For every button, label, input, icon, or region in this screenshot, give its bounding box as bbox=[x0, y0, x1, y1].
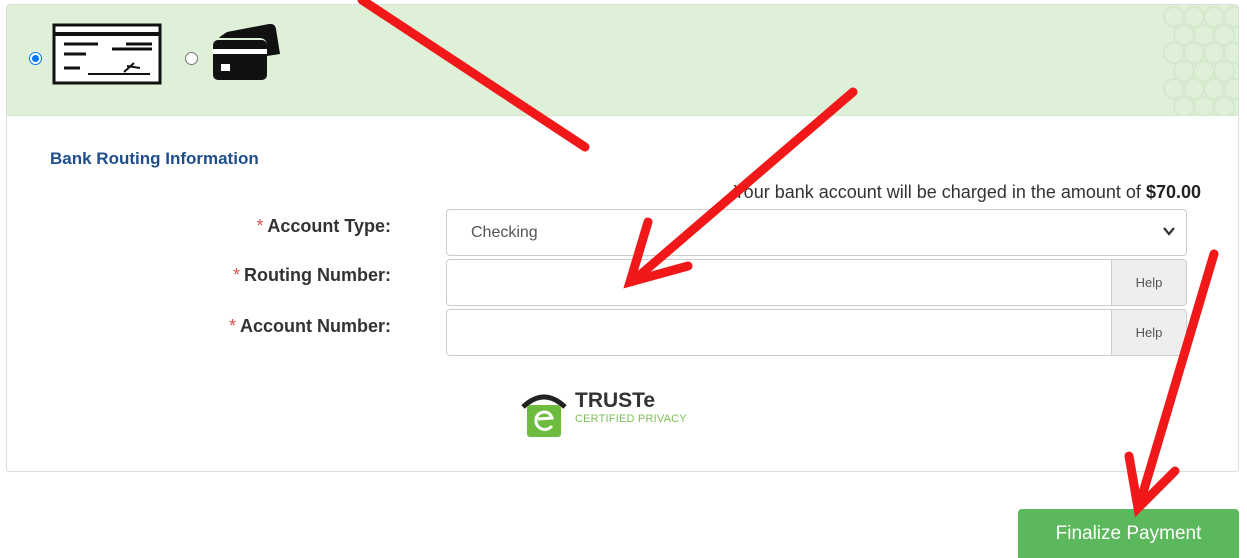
charge-amount: $70.00 bbox=[1145, 182, 1201, 202]
credit-card-icon bbox=[213, 23, 280, 80]
charge-notice: Your bank account will be charged in the… bbox=[733, 182, 1201, 203]
required-marker: * bbox=[233, 265, 241, 285]
charge-text: Your bank account will be charged in the… bbox=[733, 182, 1146, 202]
account-type-select[interactable]: Checking bbox=[446, 209, 1187, 256]
account-number-label: * Account Number: bbox=[11, 316, 391, 337]
account-number-input[interactable]: Help bbox=[446, 309, 1187, 356]
routing-number-input[interactable]: Help bbox=[446, 259, 1187, 306]
truste-logo-icon bbox=[521, 394, 567, 437]
credit-card-radio[interactable] bbox=[185, 52, 198, 65]
account-type-label: * Account Type: bbox=[11, 216, 391, 237]
routing-number-label: * Routing Number: bbox=[11, 265, 391, 286]
account-type-value: Checking bbox=[471, 224, 538, 241]
account-number-label-text: Account Number: bbox=[239, 316, 391, 336]
check-icon bbox=[52, 23, 162, 85]
account-help-button[interactable]: Help bbox=[1111, 310, 1186, 355]
truste-brand: TRUSTe bbox=[575, 389, 656, 412]
routing-number-label-text: Routing Number: bbox=[244, 265, 391, 285]
routing-help-button[interactable]: Help bbox=[1111, 260, 1186, 305]
required-marker: * bbox=[256, 216, 264, 236]
payment-panel: Bank Routing Information Your bank accou… bbox=[6, 4, 1239, 472]
bank-check-radio[interactable] bbox=[29, 52, 42, 65]
truste-subtitle: CERTIFIED PRIVACY bbox=[575, 413, 687, 425]
payment-method-bar bbox=[7, 5, 1238, 116]
section-title: Bank Routing Information bbox=[50, 149, 259, 168]
required-marker: * bbox=[228, 316, 236, 336]
decorative-pattern bbox=[1163, 6, 1238, 115]
finalize-payment-button[interactable]: Finalize Payment bbox=[1018, 509, 1239, 558]
truste-badge: TRUSTe CERTIFIED PRIVACY bbox=[519, 389, 687, 442]
account-type-label-text: Account Type: bbox=[267, 216, 391, 236]
chevron-down-icon bbox=[1163, 227, 1175, 236]
